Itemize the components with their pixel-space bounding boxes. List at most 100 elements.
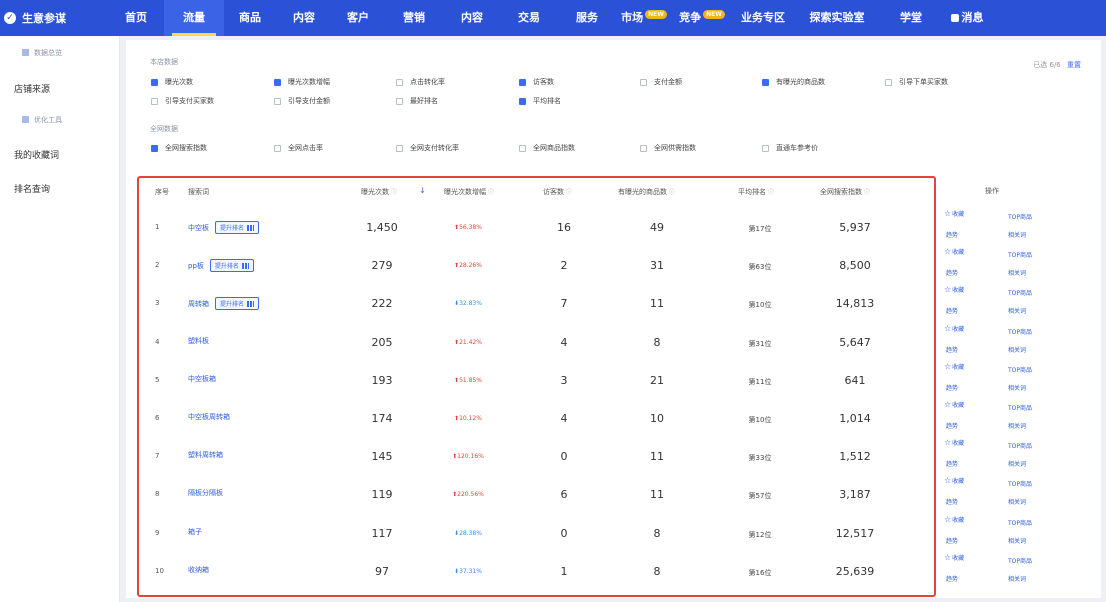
sidebar-item-source[interactable]: 店铺来源	[14, 82, 50, 95]
keyword-link[interactable]: 箱子	[188, 527, 202, 537]
favorite-link[interactable]: ☆收藏	[944, 438, 964, 447]
favorite-link[interactable]: ☆收藏	[944, 362, 964, 371]
favorite-link[interactable]: ☆收藏	[944, 515, 964, 524]
filter-checkbox[interactable]: 引导支付买家数	[151, 96, 214, 106]
keyword-cell[interactable]: 中空板箱	[188, 374, 216, 384]
keyword-link[interactable]: pp板	[188, 261, 204, 271]
top-goods-link[interactable]: TOP商品	[1008, 403, 1032, 412]
filter-checkbox[interactable]: 平均排名	[519, 96, 561, 106]
top-goods-link[interactable]: TOP商品	[1008, 365, 1032, 374]
keyword-link[interactable]: 隔板分隔板	[188, 488, 223, 498]
trend-link[interactable]: 趋势	[946, 268, 958, 277]
trend-link[interactable]: 趋势	[946, 536, 958, 545]
top-goods-link[interactable]: TOP商品	[1008, 556, 1032, 565]
nav-item[interactable]: 首页	[108, 0, 164, 36]
header-intent[interactable]: 访客数 ⓘ	[543, 187, 572, 197]
keyword-cell[interactable]: 周转箱 提升排名	[188, 297, 260, 311]
keyword-cell[interactable]: 中空板周转箱	[188, 412, 230, 422]
header-visitors[interactable]: 曝光次数 ⓘ	[361, 187, 397, 197]
filter-checkbox[interactable]: 全网支付转化率	[396, 143, 459, 153]
favorite-link[interactable]: ☆收藏	[944, 285, 964, 294]
filter-checkbox[interactable]: 访客数	[519, 77, 554, 87]
nav-item[interactable]: 服务	[558, 0, 616, 36]
top-goods-link[interactable]: TOP商品	[1008, 327, 1032, 336]
keyword-cell[interactable]: 收纳箱	[188, 565, 209, 575]
filter-checkbox[interactable]: 有曝光的商品数	[762, 77, 825, 87]
related-words-link[interactable]: 相关词	[1008, 459, 1026, 468]
favorite-link[interactable]: ☆收藏	[944, 209, 964, 218]
filter-checkbox[interactable]: 直通车参考价	[762, 143, 818, 153]
header-rate[interactable]: 曝光次数增幅 ⓘ	[444, 187, 494, 197]
favorite-link[interactable]: ☆收藏	[944, 247, 964, 256]
keyword-cell[interactable]: 塑料周转箱	[188, 450, 223, 460]
header-avg[interactable]: 平均排名 ⓘ	[738, 187, 774, 197]
trend-link[interactable]: 趋势	[946, 459, 958, 468]
keyword-cell[interactable]: pp板 提升排名	[188, 259, 254, 273]
keyword-link[interactable]: 塑料板	[188, 336, 209, 346]
trend-link[interactable]: 趋势	[946, 421, 958, 430]
related-words-link[interactable]: 相关词	[1008, 345, 1026, 354]
brand[interactable]: ✓ 生意参谋	[0, 10, 108, 26]
related-words-link[interactable]: 相关词	[1008, 574, 1026, 583]
related-words-link[interactable]: 相关词	[1008, 306, 1026, 315]
trend-link[interactable]: 趋势	[946, 306, 958, 315]
related-words-link[interactable]: 相关词	[1008, 497, 1026, 506]
keyword-link[interactable]: 中空板箱	[188, 374, 216, 384]
favorite-link[interactable]: ☆收藏	[944, 400, 964, 409]
boost-rank-button[interactable]: 提升排名	[215, 221, 260, 234]
nav-item[interactable]: 探索实验室	[794, 0, 880, 36]
sidebar-item-favorites[interactable]: 我的收藏词	[14, 148, 59, 161]
nav-item[interactable]: 流量	[164, 0, 224, 36]
keyword-link[interactable]: 塑料周转箱	[188, 450, 223, 460]
header-search[interactable]: 全网搜索指数 ⓘ	[820, 187, 870, 197]
top-goods-link[interactable]: TOP商品	[1008, 288, 1032, 297]
filter-checkbox[interactable]: 点击转化率	[396, 77, 445, 87]
boost-rank-button[interactable]: 提升排名	[215, 297, 260, 311]
related-words-link[interactable]: 相关词	[1008, 268, 1026, 277]
top-goods-link[interactable]: TOP商品	[1008, 212, 1032, 221]
keyword-cell[interactable]: 箱子	[188, 527, 202, 537]
nav-item[interactable]: 商品	[224, 0, 276, 36]
sidebar-item-rank-query[interactable]: 排名查询	[14, 182, 50, 195]
top-goods-link[interactable]: TOP商品	[1008, 518, 1032, 527]
keyword-cell[interactable]: 中空板 提升排名	[188, 221, 260, 234]
keyword-cell[interactable]: 隔板分隔板	[188, 488, 223, 498]
nav-item[interactable]: 内容	[276, 0, 332, 36]
sidebar-item-tools[interactable]: 优化工具	[22, 115, 62, 125]
nav-item[interactable]: 交易	[500, 0, 558, 36]
nav-item[interactable]: 内容	[444, 0, 500, 36]
header-goods[interactable]: 有曝光的商品数 ⓘ	[618, 187, 675, 197]
favorite-link[interactable]: ☆收藏	[944, 476, 964, 485]
nav-item[interactable]: 营销	[384, 0, 444, 36]
filter-checkbox[interactable]: 最好排名	[396, 96, 438, 106]
related-words-link[interactable]: 相关词	[1008, 421, 1026, 430]
related-words-link[interactable]: 相关词	[1008, 536, 1026, 545]
filter-checkbox[interactable]: 全网点击率	[274, 143, 323, 153]
filter-checkbox[interactable]: 全网供需指数	[640, 143, 696, 153]
keyword-link[interactable]: 中空板	[188, 223, 209, 233]
nav-item[interactable]: 业务专区	[732, 0, 794, 36]
trend-link[interactable]: 趋势	[946, 230, 958, 239]
favorite-link[interactable]: ☆收藏	[944, 553, 964, 562]
trend-link[interactable]: 趋势	[946, 383, 958, 392]
keyword-cell[interactable]: 塑料板	[188, 336, 209, 346]
filter-checkbox[interactable]: 引导下单买家数	[885, 77, 948, 87]
nav-item[interactable]: 客户	[332, 0, 384, 36]
top-goods-link[interactable]: TOP商品	[1008, 250, 1032, 259]
filter-checkbox[interactable]: 全网商品指数	[519, 143, 575, 153]
nav-item[interactable]: 市场 NEW	[616, 0, 672, 36]
trend-link[interactable]: 趋势	[946, 345, 958, 354]
filter-checkbox[interactable]: 曝光次数增幅	[274, 77, 330, 87]
sidebar-item-overview[interactable]: 数据总览	[22, 48, 62, 58]
trend-link[interactable]: 趋势	[946, 497, 958, 506]
nav-item[interactable]: 消息	[942, 0, 992, 36]
top-goods-link[interactable]: TOP商品	[1008, 441, 1032, 450]
top-goods-link[interactable]: TOP商品	[1008, 479, 1032, 488]
boost-rank-button[interactable]: 提升排名	[209, 259, 254, 273]
related-words-link[interactable]: 相关词	[1008, 383, 1026, 392]
filter-checkbox[interactable]: 支付金额	[640, 77, 682, 87]
reset-button[interactable]: 重置	[1067, 61, 1081, 69]
keyword-link[interactable]: 收纳箱	[188, 565, 209, 575]
keyword-link[interactable]: 周转箱	[188, 299, 209, 309]
filter-checkbox[interactable]: 引导支付金额	[274, 96, 330, 106]
